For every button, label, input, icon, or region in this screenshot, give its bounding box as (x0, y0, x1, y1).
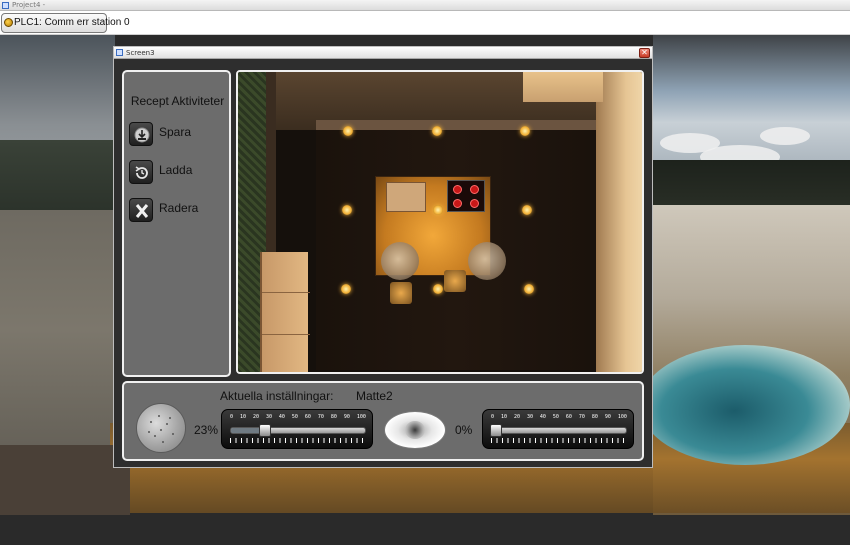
ceiling-light[interactable] (432, 126, 442, 136)
load-recipe-button[interactable]: Ladda (129, 160, 227, 186)
plc-status-label: PLC1: Comm err station 0 (14, 17, 130, 28)
slider-tick-labels: 0 10 20 30 40 50 60 70 80 90 100 (230, 414, 366, 420)
plc-status-button[interactable]: PLC1: Comm err station 0 (1, 13, 130, 33)
warning-icon (4, 18, 13, 27)
ceiling-light[interactable] (341, 284, 351, 294)
dimmer-percent-text: 23% (194, 423, 219, 437)
chair-left (390, 282, 412, 304)
delete-icon (129, 198, 153, 222)
window-icon (116, 49, 123, 56)
kitchen-stove (447, 180, 485, 212)
status-bar: PLC1: Comm err station 0 (0, 11, 850, 35)
app-title: Project4 - (12, 1, 46, 9)
ceiling-light[interactable] (433, 284, 443, 294)
slider-track (230, 424, 366, 437)
load-recipe-label: Ladda (159, 163, 193, 177)
kitchen-ledge (316, 120, 596, 130)
ceiling-light[interactable] (522, 205, 532, 215)
window-title: Screen3 (126, 49, 155, 57)
kitchen-right-wall (596, 72, 642, 372)
delete-recipe-button[interactable]: Radera (129, 198, 227, 224)
current-settings-label: Aktuella inställningar: (220, 389, 334, 403)
slider-tick-labels: 0 10 20 30 40 50 60 70 80 90 100 (491, 414, 627, 420)
settings-panel: Aktuella inställningar: Matte2 23% 0 10 20… (122, 381, 644, 461)
ceiling-light[interactable] (524, 284, 534, 294)
kitchen-sink (386, 182, 426, 212)
window-titlebar[interactable]: Screen3 ✕ (114, 47, 652, 59)
save-recipe-label: Spara (159, 125, 192, 139)
dimmer-slider[interactable]: 0 10 20 30 40 50 60 70 80 90 100 (221, 409, 373, 449)
kitchen-view (236, 70, 644, 374)
stool-lamp-right[interactable] (468, 242, 506, 280)
slider-track (490, 424, 627, 437)
app-icon (2, 2, 9, 9)
kitchen-upper-cabinet (523, 72, 603, 102)
speckle-dimmer-icon (136, 403, 186, 453)
lamp-core (405, 421, 425, 439)
ceiling-light[interactable] (342, 205, 352, 215)
ceiling-light[interactable] (343, 126, 353, 136)
recipe-panel: Recept Aktiviteter Spara Ladda Radera (122, 70, 231, 377)
lamp-slider[interactable]: 0 10 20 30 40 50 60 70 80 90 100 (482, 409, 634, 449)
chair-right (444, 270, 466, 292)
screen3-window: Screen3 ✕ Recept Aktiviteter Spara Ladda… (113, 46, 653, 468)
save-icon (129, 122, 153, 146)
close-icon[interactable]: ✕ (639, 48, 650, 58)
lamp-percent-text: 0% (455, 423, 473, 437)
recipe-heading: Recept Aktiviteter (130, 94, 225, 108)
ceiling-light[interactable] (433, 205, 443, 215)
kitchen-cabinets (260, 252, 310, 372)
load-icon (129, 160, 153, 184)
slider-tickmarks (491, 438, 627, 443)
delete-recipe-label: Radera (159, 201, 199, 215)
save-recipe-button[interactable]: Spara (129, 122, 227, 148)
ceiling-light[interactable] (520, 126, 530, 136)
current-settings-value: Matte2 (356, 389, 393, 403)
app-titlebar: Project4 - (0, 0, 850, 11)
slider-tickmarks (230, 438, 366, 443)
stool-lamp-left[interactable] (381, 242, 419, 280)
slider-thumb[interactable] (490, 424, 503, 437)
lamp-icon (384, 411, 446, 449)
slider-thumb[interactable] (258, 424, 271, 437)
